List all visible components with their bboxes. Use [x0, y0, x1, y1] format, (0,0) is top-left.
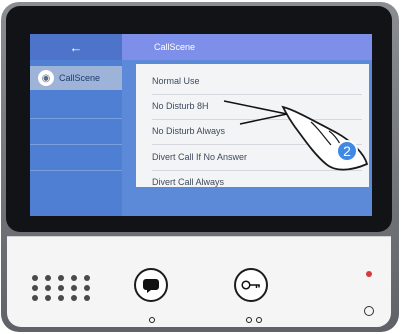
unlock-indicator — [256, 317, 262, 323]
speaker-dot — [58, 295, 64, 301]
speaker-dot — [32, 275, 38, 281]
speaker-dot — [84, 275, 90, 281]
speaker-dot — [32, 295, 38, 301]
speaker-dot — [32, 285, 38, 291]
talk-icon — [143, 279, 159, 293]
speaker-dot — [45, 295, 51, 301]
key-icon — [241, 280, 260, 290]
status-led — [366, 271, 372, 277]
speaker-dot — [58, 285, 64, 291]
unlock-indicator — [246, 317, 252, 323]
speaker-dot — [45, 275, 51, 281]
speaker-dot — [45, 285, 51, 291]
speaker-grille — [32, 275, 96, 305]
sensor-dot — [364, 306, 374, 316]
speaker-dot — [58, 275, 64, 281]
speaker-dot — [71, 275, 77, 281]
talk-button[interactable] — [134, 268, 168, 302]
speaker-dot — [71, 285, 77, 291]
talk-indicator — [149, 317, 155, 323]
speaker-dot — [84, 295, 90, 301]
speaker-dot — [84, 285, 90, 291]
step-badge: 2 — [336, 140, 358, 162]
unlock-button[interactable] — [234, 268, 268, 302]
speaker-dot — [71, 295, 77, 301]
